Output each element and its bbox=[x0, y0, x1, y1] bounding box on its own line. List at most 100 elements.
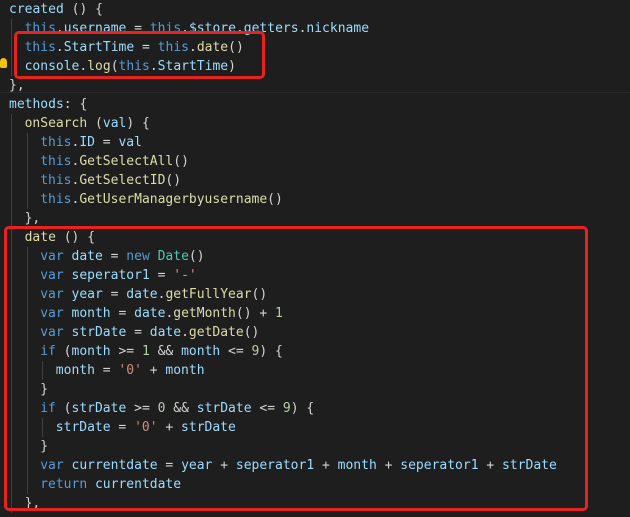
code-token: currentdate bbox=[94, 476, 182, 492]
code-token: + bbox=[376, 457, 401, 473]
code-token: date bbox=[71, 248, 103, 264]
code-token: + bbox=[478, 457, 503, 473]
code-token: seperator1 bbox=[235, 457, 315, 473]
code-line: var month = date.getMonth() + 1 bbox=[40, 304, 283, 323]
code-token: seperator1 bbox=[400, 457, 479, 473]
code-token: new bbox=[126, 248, 150, 264]
lightbulb-icon[interactable] bbox=[0, 58, 7, 68]
code-line: this.GetUserManagerbyusername() bbox=[40, 190, 283, 209]
code-line: var currentdate = year + seperator1 + mo… bbox=[40, 456, 557, 475]
code-token: getDate bbox=[188, 324, 244, 340]
code-line: this.username = this.$store.getters.nick… bbox=[25, 19, 369, 38]
code-token: var bbox=[40, 286, 64, 302]
code-token: () bbox=[165, 172, 182, 188]
code-token: this bbox=[24, 20, 56, 36]
code-token: month bbox=[181, 343, 221, 359]
code-token: $store bbox=[188, 20, 236, 36]
code-token: () { bbox=[55, 229, 96, 245]
indent-guide bbox=[42, 417, 44, 437]
code-token: strDate bbox=[181, 419, 236, 435]
code-token: seperator1 bbox=[71, 267, 150, 283]
code-token: 9 bbox=[282, 400, 291, 416]
code-line: this.GetSelectID() bbox=[40, 171, 181, 190]
code-line: }, bbox=[25, 209, 41, 228]
code-token: = bbox=[110, 305, 135, 321]
code-token: '-' bbox=[173, 267, 197, 283]
code-token: date bbox=[126, 286, 158, 302]
code-token: 1 bbox=[275, 305, 283, 321]
code-token: year bbox=[181, 457, 213, 473]
code-token: . bbox=[181, 20, 189, 36]
code-token: && bbox=[149, 343, 182, 359]
code-token: ID bbox=[79, 134, 95, 150]
code-token: StartTime bbox=[157, 58, 229, 74]
code-token: '0' bbox=[134, 419, 158, 435]
code-token: . bbox=[149, 58, 158, 74]
code-token: () bbox=[243, 324, 260, 340]
indent-guide bbox=[11, 18, 12, 76]
code-token: var bbox=[40, 267, 64, 283]
code-line: var date = new Date() bbox=[40, 247, 204, 266]
code-token: strDate bbox=[55, 419, 111, 435]
code-token: : { bbox=[63, 96, 88, 112]
code-token: }, bbox=[9, 77, 25, 93]
code-token: ) bbox=[228, 58, 236, 74]
code-token: this bbox=[157, 39, 189, 55]
scroll-edge bbox=[0, 92, 630, 93]
code-token: () bbox=[188, 248, 205, 264]
code-line: }, bbox=[25, 494, 41, 513]
code-token: ( bbox=[110, 58, 119, 74]
code-line: var strDate = date.getDate() bbox=[40, 323, 259, 342]
code-token: = bbox=[126, 324, 150, 340]
code-token: date bbox=[196, 39, 229, 55]
code-token: () bbox=[267, 191, 283, 207]
code-token: strDate bbox=[71, 400, 127, 416]
code-token: 1 bbox=[141, 343, 150, 359]
code-editor[interactable]: created () {this.username = this.$store.… bbox=[0, 0, 630, 517]
code-token: = bbox=[149, 267, 174, 283]
code-token: }, bbox=[24, 210, 41, 226]
code-token: ( bbox=[55, 400, 72, 416]
code-token: if bbox=[40, 400, 56, 416]
code-token: month bbox=[55, 362, 95, 378]
code-line: console.log(this.StartTime) bbox=[25, 57, 236, 76]
code-token: this bbox=[40, 134, 72, 150]
code-token: this bbox=[40, 153, 72, 169]
code-token: created bbox=[9, 1, 64, 17]
code-token: date bbox=[24, 229, 56, 245]
code-token: date bbox=[149, 324, 182, 340]
code-token: return bbox=[40, 476, 88, 492]
indent-guide bbox=[26, 246, 28, 494]
code-token: >= bbox=[126, 400, 158, 416]
code-token: . bbox=[235, 20, 244, 36]
code-token: console bbox=[24, 58, 80, 74]
code-token: nickname bbox=[306, 20, 370, 36]
code-line: } bbox=[40, 380, 48, 399]
code-token: Date bbox=[157, 248, 189, 264]
code-token: () bbox=[173, 153, 189, 169]
code-token: month bbox=[71, 305, 111, 321]
code-token: && bbox=[165, 400, 197, 416]
code-token: this bbox=[40, 172, 72, 188]
code-token: >= bbox=[110, 343, 142, 359]
code-token: currentdate bbox=[71, 457, 158, 473]
code-token: + bbox=[157, 419, 182, 435]
code-token: month bbox=[165, 362, 205, 378]
code-token: strDate bbox=[502, 457, 557, 473]
code-token: } bbox=[40, 438, 49, 454]
code-token: '0' bbox=[118, 362, 142, 378]
code-line: this.ID = val bbox=[40, 133, 142, 152]
code-line: date () { bbox=[25, 228, 95, 247]
code-token: ) { bbox=[126, 115, 150, 131]
code-token: if bbox=[40, 343, 56, 359]
code-token: = bbox=[94, 134, 119, 150]
code-token: year bbox=[71, 286, 103, 302]
code-token: getters bbox=[243, 20, 299, 36]
code-line: created () { bbox=[9, 0, 103, 19]
code-token: GetSelectAll bbox=[79, 153, 174, 169]
code-token: month bbox=[71, 343, 111, 359]
code-token: GetUserManagerbyusername bbox=[79, 191, 268, 207]
